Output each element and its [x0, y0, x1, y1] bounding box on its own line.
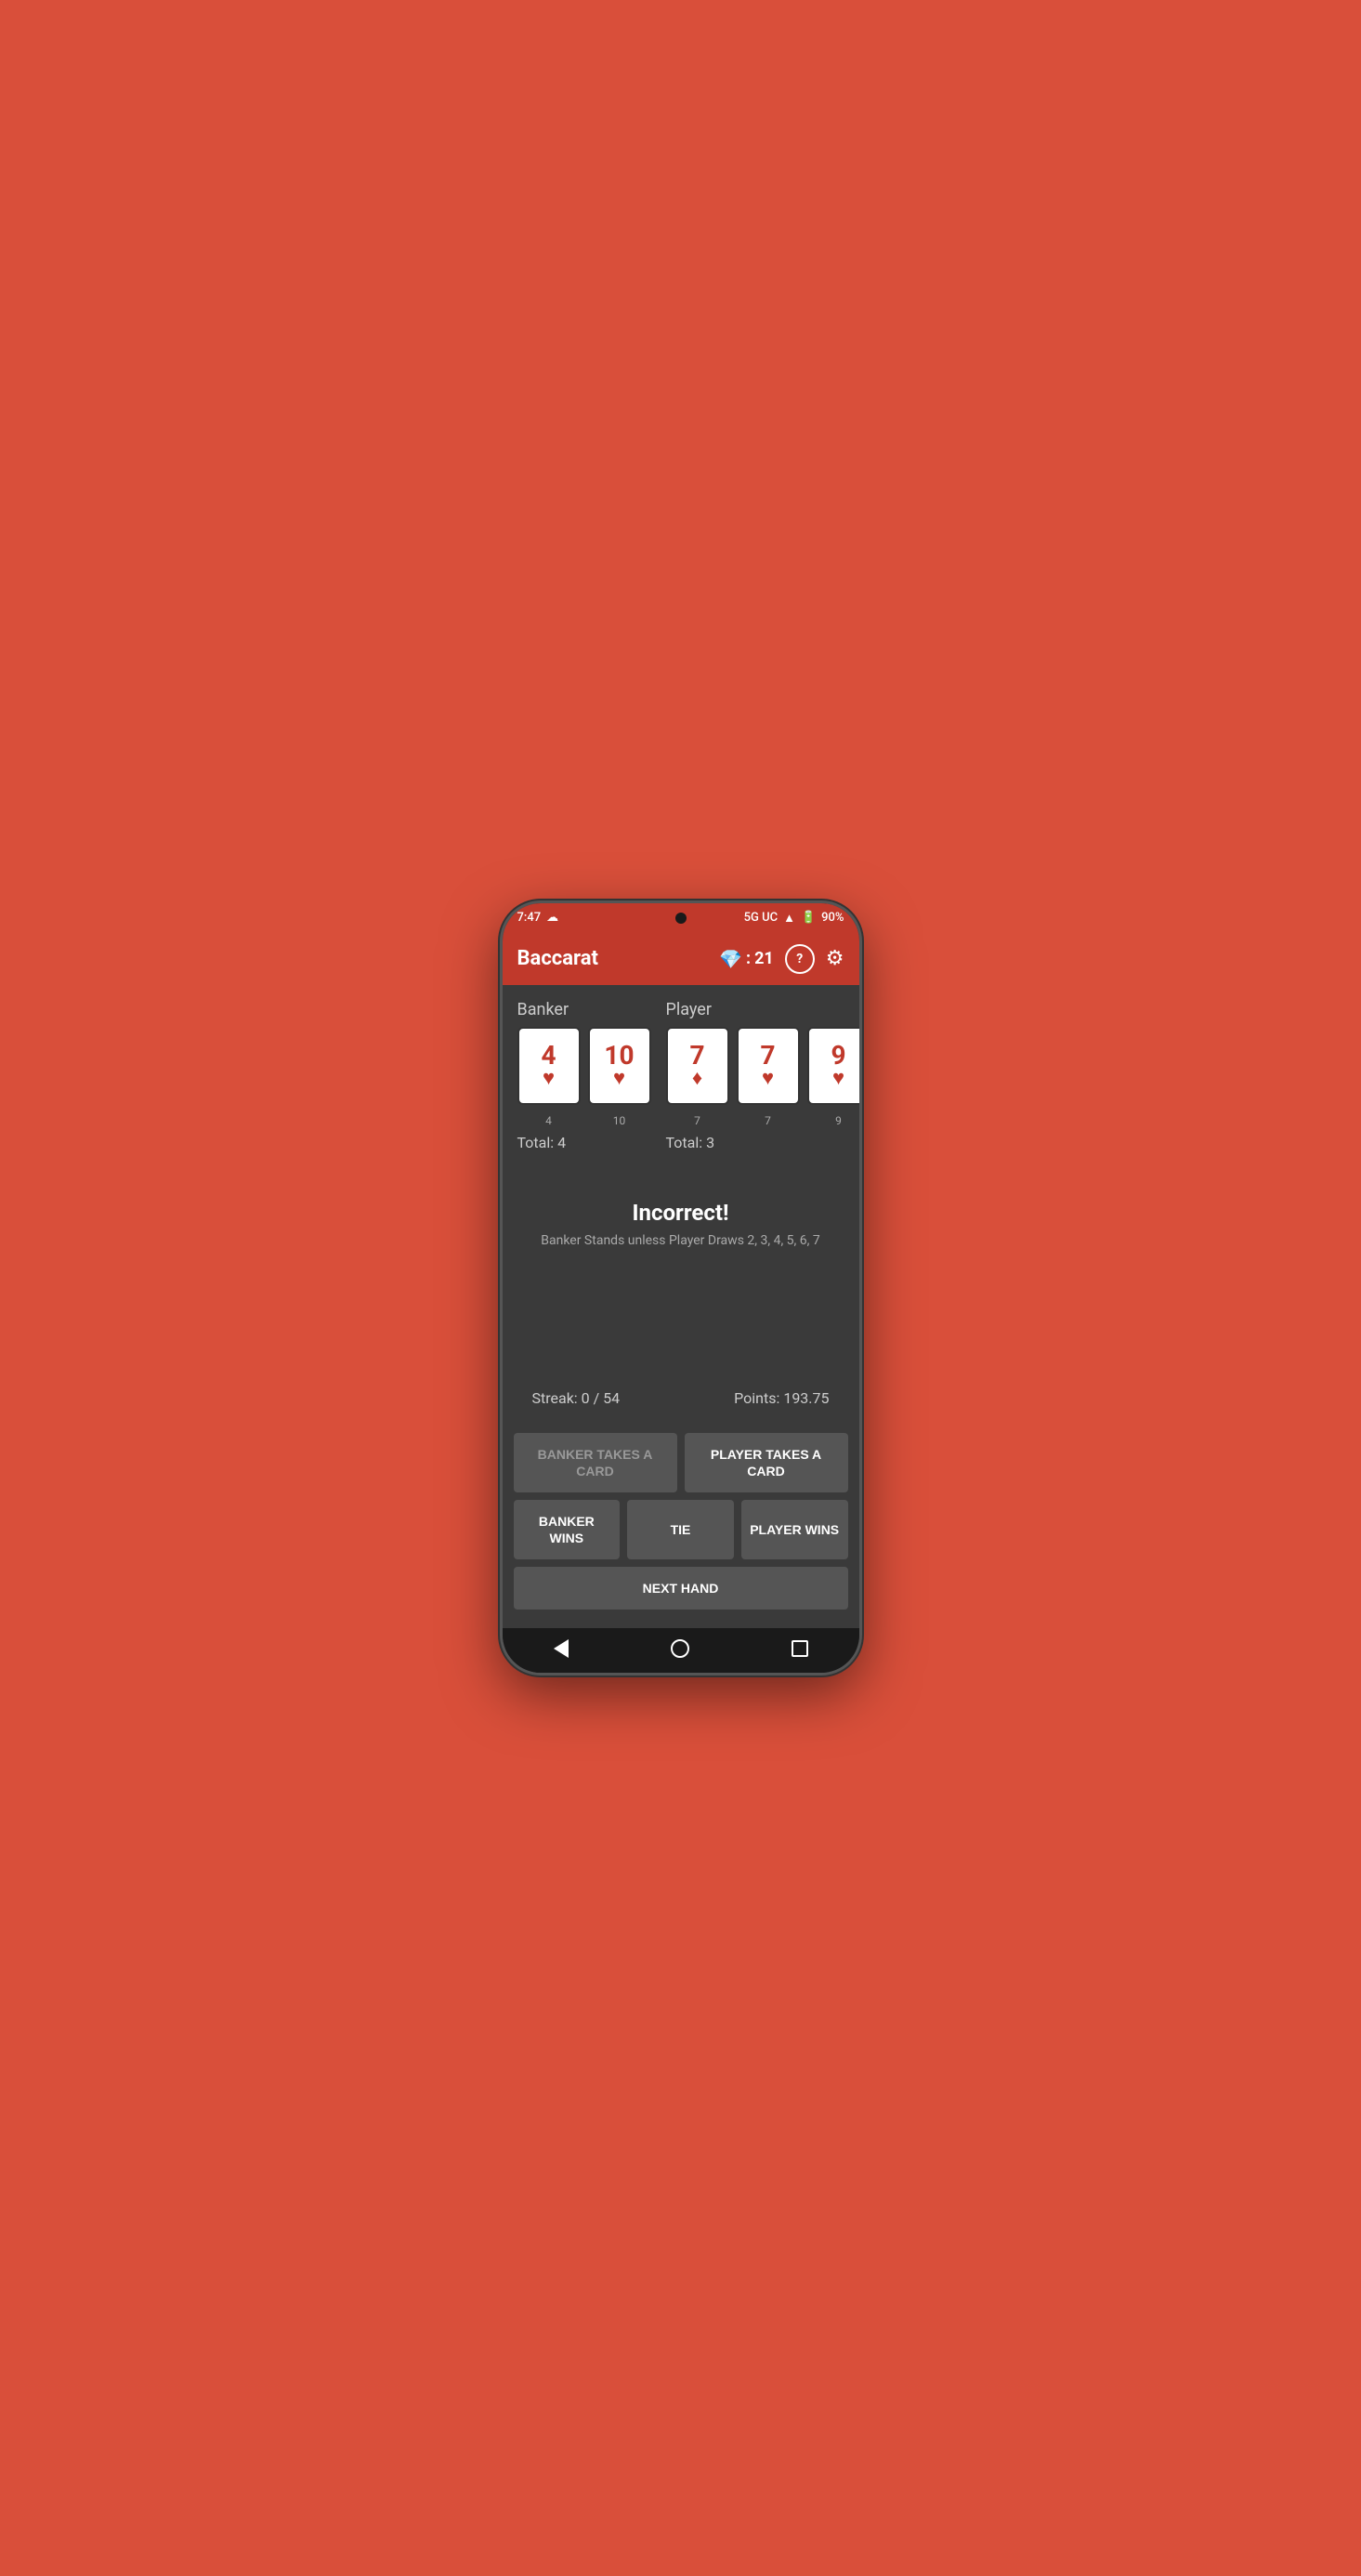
gem-value: 21 — [754, 949, 774, 968]
banker-card-2-number: 10 — [613, 1114, 626, 1127]
banker-label: Banker — [517, 1000, 651, 1019]
tie-button[interactable]: TIE — [627, 1500, 734, 1559]
banker-total: Total: 4 — [517, 1134, 651, 1151]
camera-notch — [675, 913, 687, 924]
player-card-1-suit: ♦ — [692, 1069, 702, 1089]
app-title: Baccarat — [517, 947, 598, 970]
player-card-3: 9 ♥ — [807, 1027, 862, 1105]
banker-cards: 4 ♥ 10 ♥ — [517, 1027, 651, 1105]
banker-card-1: 4 ♥ — [517, 1027, 581, 1105]
gem-score: 💎 : 21 — [719, 948, 774, 970]
app-bar-right: 💎 : 21 ? ⚙ — [719, 944, 844, 974]
player-label: Player — [666, 1000, 862, 1019]
outcome-row: BANKER WINS TIE PLAYER WINS — [514, 1500, 848, 1559]
feedback-area: Incorrect! Banker Stands unless Player D… — [517, 1163, 844, 1267]
banker-card-2: 10 ♥ — [588, 1027, 651, 1105]
banker-card-1-suit: ♥ — [543, 1069, 555, 1089]
player-card-2: 7 ♥ — [737, 1027, 800, 1105]
next-hand-button[interactable]: NEXT HAND — [514, 1567, 848, 1610]
stats-row: Streak: 0 / 54 Points: 193.75 — [517, 1378, 844, 1418]
banker-card-numbers: 4 10 — [517, 1111, 651, 1128]
player-section: Player 7 ♦ 7 ♥ 9 ♥ — [666, 1000, 862, 1151]
player-card-3-value: 9 — [831, 1043, 845, 1069]
network-label: 5G UC — [744, 911, 778, 925]
points-stat: Points: 193.75 — [734, 1389, 829, 1407]
banker-card-2-value: 10 — [604, 1043, 634, 1069]
help-button[interactable]: ? — [785, 944, 815, 974]
player-card-2-value: 7 — [760, 1043, 775, 1069]
player-card-numbers: 7 7 9 — [666, 1111, 862, 1128]
battery-icon: 🔋 — [801, 911, 816, 925]
feedback-title: Incorrect! — [532, 1200, 830, 1226]
gem-icon: 💎 — [719, 948, 742, 970]
recent-button[interactable] — [792, 1640, 808, 1657]
player-cards: 7 ♦ 7 ♥ 9 ♥ — [666, 1027, 862, 1105]
player-card-1-number: 7 — [694, 1114, 700, 1127]
cloud-icon: ☁ — [546, 911, 558, 925]
time: 7:47 — [517, 911, 542, 925]
banker-card-1-number: 4 — [545, 1114, 552, 1127]
banker-takes-card-button[interactable]: BANKER TAKES A CARD — [514, 1433, 677, 1492]
banker-card-1-value: 4 — [541, 1043, 556, 1069]
player-card-3-number: 9 — [835, 1114, 842, 1127]
player-wins-button[interactable]: PLAYER WINS — [741, 1500, 848, 1559]
player-card-1: 7 ♦ — [666, 1027, 729, 1105]
phone-frame: 7:47 ☁ 5G UC ▲ 🔋 90% Baccarat 💎 : 21 ? ⚙ — [500, 900, 862, 1676]
banker-card-2-suit: ♥ — [613, 1069, 625, 1089]
action-buttons: BANKER TAKES A CARD PLAYER TAKES A CARD … — [503, 1433, 859, 1629]
battery-level: 90% — [821, 911, 844, 925]
game-area: Banker 4 ♥ 10 ♥ 4 10 — [503, 985, 859, 1433]
gem-colon: : — [746, 949, 751, 968]
player-card-2-suit: ♥ — [762, 1069, 774, 1089]
settings-button[interactable]: ⚙ — [826, 947, 844, 970]
home-button[interactable] — [671, 1639, 689, 1658]
player-card-1-value: 7 — [689, 1043, 704, 1069]
streak-stat: Streak: 0 / 54 — [532, 1389, 621, 1407]
player-takes-card-button[interactable]: PLAYER TAKES A CARD — [685, 1433, 848, 1492]
player-card-3-suit: ♥ — [832, 1069, 844, 1089]
status-right: 5G UC ▲ 🔋 90% — [744, 911, 844, 926]
banker-wins-button[interactable]: BANKER WINS — [514, 1500, 621, 1559]
app-bar: Baccarat 💎 : 21 ? ⚙ — [503, 933, 859, 985]
back-button[interactable] — [554, 1639, 569, 1658]
player-total: Total: 3 — [666, 1134, 862, 1151]
take-card-row: BANKER TAKES A CARD PLAYER TAKES A CARD — [514, 1433, 848, 1492]
spacer — [517, 1267, 844, 1378]
signal-icon: ▲ — [783, 911, 795, 926]
nav-bar — [503, 1628, 859, 1673]
player-card-2-number: 7 — [765, 1114, 771, 1127]
banker-section: Banker 4 ♥ 10 ♥ 4 10 — [517, 1000, 651, 1151]
next-hand-row: NEXT HAND — [514, 1567, 848, 1610]
hands-row: Banker 4 ♥ 10 ♥ 4 10 — [517, 1000, 844, 1151]
status-left: 7:47 ☁ — [517, 911, 559, 925]
feedback-subtitle: Banker Stands unless Player Draws 2, 3, … — [532, 1233, 830, 1248]
